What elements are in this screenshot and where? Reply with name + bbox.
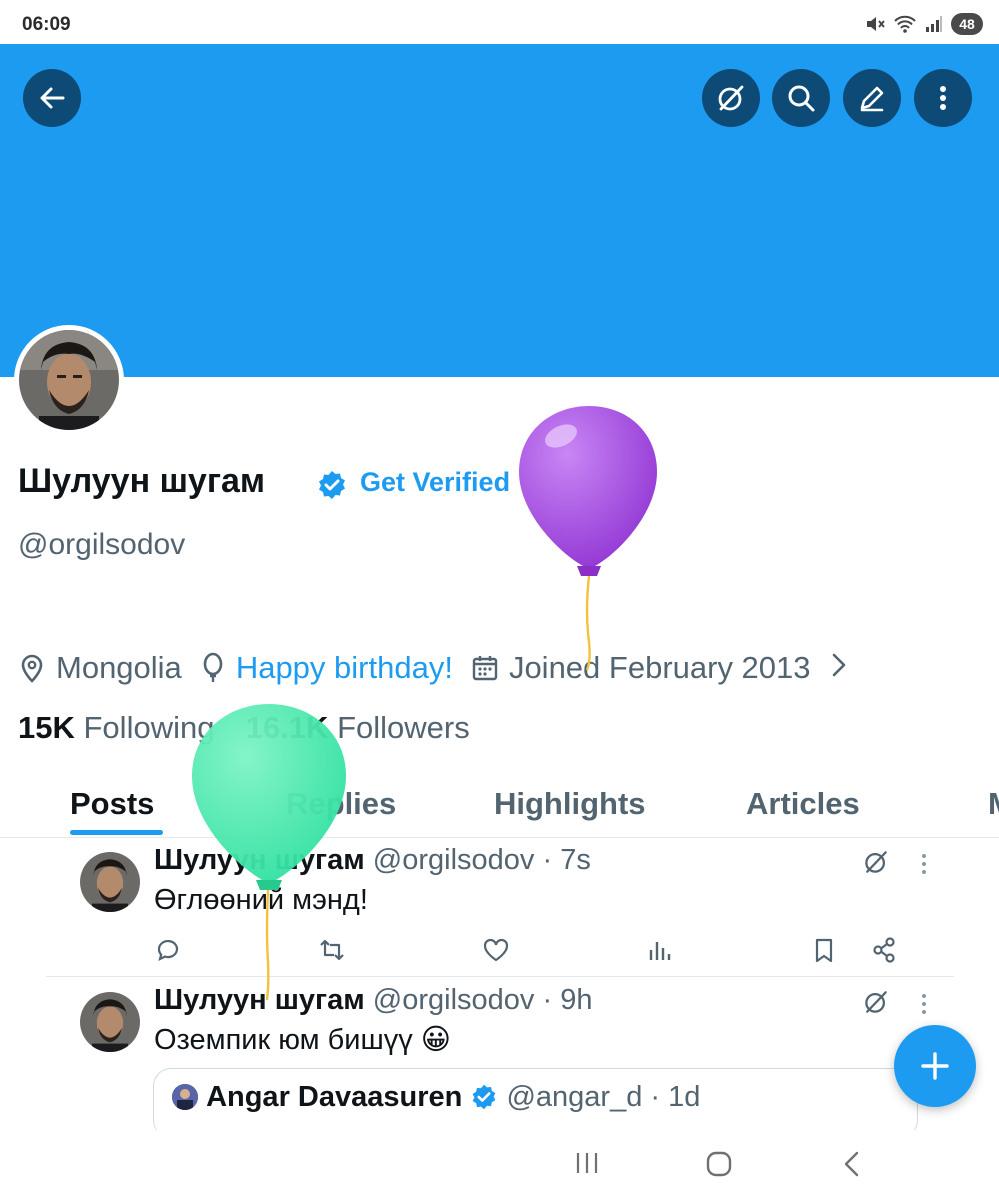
post-divider bbox=[46, 976, 954, 977]
profile-banner bbox=[0, 44, 999, 377]
quoted-post-time: 1d bbox=[668, 1081, 701, 1113]
chevron-right-icon[interactable] bbox=[831, 650, 847, 686]
status-bar: 06:09 48 bbox=[0, 0, 999, 44]
get-verified-link[interactable]: Get Verified bbox=[360, 467, 510, 498]
bookmark-icon[interactable] bbox=[810, 936, 838, 964]
post-item[interactable]: Шулуун шугам @orgilsodov · 7s Өглөөний м… bbox=[46, 838, 954, 976]
like-icon[interactable] bbox=[482, 936, 510, 964]
views-icon[interactable] bbox=[646, 936, 674, 964]
reply-icon[interactable] bbox=[154, 936, 182, 964]
back-arrow-icon bbox=[40, 87, 65, 109]
edit-icon bbox=[860, 86, 884, 112]
birthday-link[interactable]: Happy birthday! bbox=[236, 650, 453, 686]
location-pin-icon bbox=[18, 653, 46, 683]
share-icon[interactable] bbox=[870, 936, 898, 964]
grok-button[interactable] bbox=[702, 69, 760, 127]
plus-icon bbox=[921, 1052, 949, 1080]
back-nav-icon[interactable] bbox=[840, 1150, 862, 1178]
following-count: 15K bbox=[18, 710, 75, 745]
tab-articles[interactable]: Articles bbox=[746, 786, 860, 822]
post-time: 9h bbox=[560, 984, 593, 1016]
quoted-author-name: Angar Davaasuren bbox=[206, 1081, 463, 1113]
grok-icon[interactable] bbox=[862, 988, 890, 1016]
grok-icon bbox=[718, 85, 744, 111]
profile-avatar[interactable] bbox=[14, 325, 124, 435]
purple-balloon-decoration bbox=[519, 406, 657, 671]
active-tab-indicator bbox=[70, 830, 163, 835]
compose-post-button[interactable] bbox=[894, 1025, 976, 1107]
post-author-handle: @orgilsodov bbox=[372, 844, 535, 876]
following-link[interactable]: 15K Following bbox=[18, 710, 214, 745]
post-avatar[interactable] bbox=[80, 992, 140, 1052]
avatar-image bbox=[19, 330, 119, 430]
green-balloon-decoration bbox=[192, 704, 346, 1001]
post-avatar[interactable] bbox=[80, 852, 140, 912]
more-button[interactable] bbox=[914, 69, 972, 127]
profile-handle: @orgilsodov bbox=[18, 528, 186, 561]
quoted-post[interactable]: Angar Davaasuren @angar_d · 1d bbox=[153, 1068, 918, 1138]
more-vertical-icon bbox=[940, 86, 946, 110]
followers-label: Followers bbox=[337, 710, 470, 745]
back-button[interactable] bbox=[23, 69, 81, 127]
tab-highlights[interactable]: Highlights bbox=[494, 786, 646, 822]
search-button[interactable] bbox=[772, 69, 830, 127]
home-icon[interactable] bbox=[705, 1150, 733, 1178]
quoted-author-handle: @angar_d bbox=[506, 1081, 643, 1113]
edit-button[interactable] bbox=[843, 69, 901, 127]
display-name: Шулуун шугам bbox=[18, 462, 266, 500]
profile-meta-row: Mongolia Happy birthday! Joined February… bbox=[18, 648, 847, 688]
system-nav-bar bbox=[0, 1130, 999, 1200]
wifi-icon bbox=[893, 14, 917, 34]
tab-posts[interactable]: Posts bbox=[70, 786, 154, 822]
signal-icon bbox=[925, 15, 943, 33]
mute-icon bbox=[865, 14, 885, 34]
post-time: 7s bbox=[560, 844, 591, 876]
calendar-icon bbox=[471, 654, 499, 682]
balloon-icon bbox=[200, 652, 226, 684]
profile-tabs: Posts Replies Highlights Articles M bbox=[0, 780, 999, 838]
post-author-handle: @orgilsodov bbox=[372, 984, 535, 1016]
post-more-icon[interactable] bbox=[920, 992, 928, 1016]
status-time: 06:09 bbox=[22, 14, 71, 35]
verified-badge-icon bbox=[473, 1084, 496, 1110]
post-more-icon[interactable] bbox=[920, 852, 928, 876]
tab-media[interactable]: M bbox=[988, 786, 999, 822]
grok-icon[interactable] bbox=[862, 848, 890, 876]
status-icons: 48 bbox=[865, 13, 983, 35]
post-text: Оземпик юм бишүү 😀 bbox=[154, 1024, 452, 1056]
battery-indicator: 48 bbox=[951, 13, 983, 35]
profile-location: Mongolia bbox=[56, 650, 182, 685]
search-icon bbox=[788, 85, 815, 112]
verified-badge-icon bbox=[319, 471, 345, 499]
quoted-avatar bbox=[172, 1084, 198, 1110]
recent-apps-icon[interactable] bbox=[574, 1150, 600, 1176]
quoted-post-header: Angar Davaasuren @angar_d · 1d bbox=[172, 1081, 700, 1114]
